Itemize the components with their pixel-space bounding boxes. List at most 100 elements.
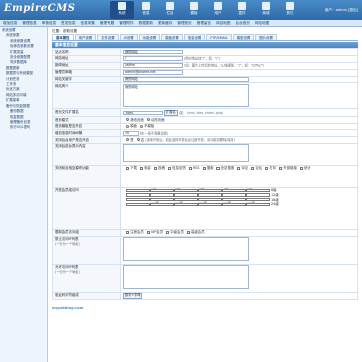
- description-textarea[interactable]: 我的网站: [123, 83, 249, 107]
- checkbox[interactable]: [186, 230, 191, 235]
- nav-item-2[interactable]: 栏目: [158, 1, 182, 19]
- checkbox[interactable]: [166, 230, 170, 235]
- subnav-link[interactable]: 签发信息: [61, 20, 75, 26]
- template-off-radio[interactable]: [139, 124, 144, 128]
- user-icon: [214, 2, 222, 10]
- tab-item[interactable]: 基本属性: [52, 34, 74, 40]
- tab-item[interactable]: 文件设置: [97, 34, 119, 40]
- watermark: mypatblog.com: [52, 306, 84, 310]
- subnav-link[interactable]: 网站地图: [255, 20, 269, 26]
- checkbox[interactable]: [299, 166, 304, 171]
- checkbox-label: 电影: [144, 166, 151, 171]
- checkbox[interactable]: [202, 166, 206, 171]
- subnav-link[interactable]: 更新缓存: [158, 20, 172, 26]
- group-checkbox[interactable]: [246, 193, 270, 197]
- checkbox-label: 全站搜索: [220, 166, 235, 171]
- allow-ips-label: 允许访问IP列表 (一行为一个地址): [52, 263, 121, 293]
- nav-item-3[interactable]: 模板: [182, 1, 206, 19]
- index-ext-label: 首页文件扩展名: [52, 108, 121, 118]
- checkbox[interactable]: [126, 166, 130, 171]
- admin-email-input[interactable]: admin@phome.net: [123, 70, 183, 75]
- register-yes-radio[interactable]: [126, 138, 130, 142]
- subnav-link[interactable]: 审核信息: [42, 20, 56, 26]
- template-on-radio[interactable]: [126, 124, 130, 128]
- nav-item-label: 插件: [238, 11, 246, 15]
- allow-ips-hint: (一行为一个地址): [55, 269, 80, 274]
- close-msg-textarea[interactable]: [123, 144, 249, 163]
- subnav-link[interactable]: 信息采集: [81, 20, 95, 26]
- site-url-label: 网站地址: [52, 54, 121, 63]
- group-checkbox[interactable]: [246, 198, 270, 202]
- group-checkbox[interactable]: [246, 202, 270, 206]
- tab-item[interactable]: 信息设置: [183, 34, 206, 40]
- group-checkbox[interactable]: [246, 188, 270, 193]
- news-url-input[interactable]: /d/file/: [123, 63, 183, 68]
- subnav-link[interactable]: 网站地图: [216, 20, 230, 26]
- tab-item[interactable]: JS设置: [119, 34, 138, 40]
- group-item: 19级: [123, 202, 159, 207]
- checkbox[interactable]: [279, 166, 283, 171]
- bad-ips-textarea[interactable]: [123, 237, 249, 262]
- nav-item-6[interactable]: 商城: [254, 1, 278, 19]
- info-icon: [142, 2, 150, 10]
- subnav-link[interactable]: 管理信息: [22, 20, 36, 26]
- user-bar[interactable]: 用户：admin [退出]: [325, 8, 358, 13]
- tab-item[interactable]: FTP/EMAIL: [206, 34, 232, 40]
- index-ext-input[interactable]: .html: [123, 110, 163, 116]
- subnav-link[interactable]: 管理首页: [177, 20, 191, 26]
- checkbox-label: 信息反馈: [172, 166, 186, 171]
- checkbox-label: 投稿: [158, 166, 165, 171]
- checkbox[interactable]: [139, 166, 144, 171]
- checkbox[interactable]: [167, 166, 172, 171]
- captcha-select[interactable]: 数字+字母: [123, 293, 143, 299]
- nav-item-label: 模板: [190, 11, 198, 15]
- main-nav: 系统 信息 栏目 模板 用户 插件 商城 其它: [110, 1, 302, 19]
- checkbox-label: 高级会员: [191, 230, 205, 235]
- tab-item[interactable]: 模型设置: [232, 34, 255, 40]
- subnav-link[interactable]: 管理留言: [197, 20, 211, 26]
- add-interval-input[interactable]: 10: [123, 130, 139, 136]
- checkbox[interactable]: [251, 166, 255, 171]
- checkbox[interactable]: [188, 166, 192, 171]
- nav-item-label: 商城: [262, 11, 270, 15]
- keywords-input[interactable]: 我的网站: [123, 77, 249, 82]
- register-hint: (选择开放后，如此选择开放后台注册开放，该功能将删除/保持): [145, 137, 235, 142]
- site-name-label: 站点名称: [52, 48, 121, 56]
- sidebar-item[interactable]: 执行SQL语句: [1, 125, 46, 130]
- subnav-link[interactable]: 增加信息: [3, 20, 17, 26]
- subnav-link[interactable]: 后台首页: [236, 20, 250, 26]
- index-ext-select[interactable]: 扩展名: [164, 109, 178, 116]
- tab-item[interactable]: 用户设置: [74, 34, 97, 40]
- checkbox[interactable]: [146, 230, 150, 235]
- nav-item-1[interactable]: 信息: [134, 1, 158, 19]
- tab-item[interactable]: 图片设置: [255, 34, 277, 40]
- subnav-link[interactable]: 数据更新: [139, 20, 153, 26]
- checkbox[interactable]: [153, 166, 158, 171]
- template-off-label: 不模板: [144, 124, 155, 129]
- template-open-label: 首页模板是否开启: [52, 122, 121, 131]
- checkbox[interactable]: [126, 230, 130, 235]
- index-mode-dynamic-radio[interactable]: [146, 118, 150, 122]
- tab-item[interactable]: 模板设置: [161, 34, 183, 40]
- subnav-link[interactable]: 管理附件: [119, 20, 133, 26]
- checkbox[interactable]: [265, 166, 269, 171]
- allow-ips-title: 允许访问IP列表: [55, 265, 79, 270]
- tab-item[interactable]: 功能设置: [138, 34, 161, 40]
- bad-ips-label: 禁止访问IP列表 (一行为一个地址): [52, 235, 121, 265]
- nav-item-4[interactable]: 用户: [206, 1, 230, 19]
- checkbox[interactable]: [237, 166, 241, 171]
- index-mode-static-label: 静态页面: [130, 117, 144, 122]
- nav-item-5[interactable]: 插件: [230, 1, 254, 19]
- checkbox[interactable]: [216, 166, 220, 171]
- groups-checkbox-grid: 1级2级3级4级5级6级7级8级9级10级11级12级13级14级15级16级1…: [120, 186, 358, 230]
- register-no-radio[interactable]: [136, 138, 140, 142]
- nav-item-7[interactable]: 其它: [278, 1, 302, 19]
- subnav-link[interactable]: 管理专题: [100, 20, 114, 26]
- allow-ips-textarea[interactable]: [123, 265, 249, 290]
- other-icon: [286, 2, 294, 10]
- column-icon: [166, 2, 174, 10]
- nav-item-0[interactable]: 系统: [110, 1, 134, 19]
- site-url-input[interactable]: /: [123, 56, 183, 61]
- site-name-input[interactable]: 我的网站: [123, 49, 183, 55]
- index-mode-static-radio[interactable]: [126, 118, 130, 122]
